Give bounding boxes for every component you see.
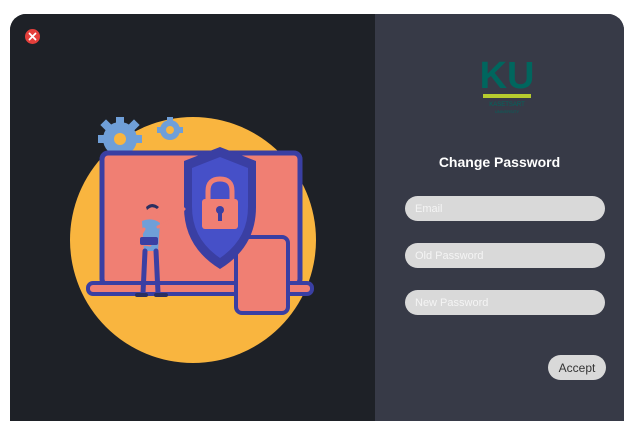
change-password-window: KU KASETSART UNIVERSITY Change Password … (10, 14, 624, 421)
email-field[interactable] (405, 196, 605, 221)
close-button[interactable] (25, 29, 40, 44)
university-logo: KU KASETSART UNIVERSITY (481, 52, 533, 122)
form-title: Change Password (375, 154, 624, 170)
accept-button[interactable]: Accept (548, 355, 606, 380)
phone-device (236, 237, 288, 313)
security-illustration (46, 117, 340, 363)
form-panel: KU KASETSART UNIVERSITY Change Password … (375, 14, 624, 421)
old-password-field[interactable] (405, 243, 605, 268)
logo-subtitle-2: UNIVERSITY (495, 109, 519, 114)
illustration-panel (10, 14, 375, 421)
logo-letters: KU (481, 55, 533, 97)
new-password-field[interactable] (405, 290, 605, 315)
logo-bar (483, 94, 531, 98)
close-icon (28, 32, 37, 41)
logo-subtitle: KASETSART (489, 102, 525, 108)
